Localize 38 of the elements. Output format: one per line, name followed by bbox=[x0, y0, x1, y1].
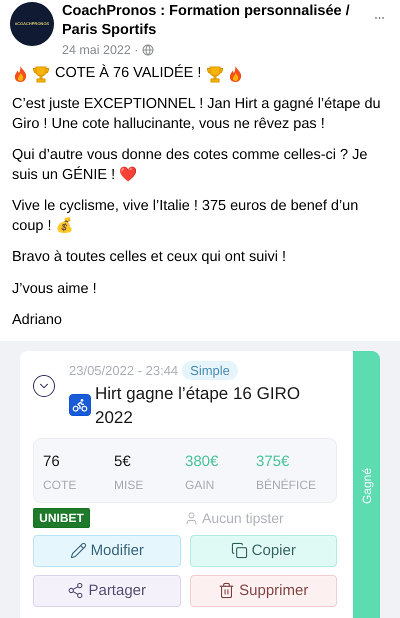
trophy-icon bbox=[32, 64, 50, 82]
post-date: 24 mai 2022 · bbox=[62, 42, 138, 59]
fire-icon bbox=[12, 64, 29, 82]
stat-value: 5€ bbox=[114, 452, 132, 472]
post-paragraph: Vive le cyclisme, vive l’Italie ! 375 euros de benef d’un coup ! 💰 bbox=[12, 198, 358, 234]
stat-label: GAIN bbox=[185, 476, 216, 494]
page-name[interactable]: CoachPronos : Formation personnalisée / Paris Sportifs bbox=[62, 2, 367, 40]
bet-title: Hirt gagne l’étape 16 GIRO 2022 bbox=[95, 383, 302, 430]
post-paragraph: J’vous aime ! bbox=[12, 280, 97, 297]
post-paragraph: C’est juste EXCEPTIONNEL ! Jan Hirt a gagné l’étape du Giro ! Une cote hallucinante, vous ne rêvez pas ! bbox=[12, 96, 381, 132]
stat-value: 375€ bbox=[256, 452, 290, 472]
expand-button[interactable] bbox=[33, 374, 55, 397]
trophy-icon bbox=[206, 64, 224, 82]
copy-icon bbox=[230, 542, 248, 560]
stat-label: COTE bbox=[43, 476, 78, 494]
headline: COTE À 76 VALIDÉE ! bbox=[55, 64, 202, 83]
more-icon[interactable] bbox=[375, 16, 384, 20]
bet-type-badge: Simple bbox=[182, 360, 238, 380]
user-icon bbox=[184, 510, 199, 526]
edit-icon bbox=[70, 542, 87, 560]
post-paragraph: Qui d’autre vous donne des cotes comme celles-ci ? Je suis un GÉNIE ! ❤ bbox=[12, 147, 368, 183]
status-text: Gagné bbox=[360, 468, 372, 504]
edit-button[interactable]: Modifier bbox=[33, 534, 180, 567]
post-paragraph: Bravo à toutes celles et ceux qui ont suivi ! bbox=[12, 249, 286, 266]
post-paragraph: Adriano bbox=[12, 312, 62, 328]
share-button[interactable]: Partager bbox=[33, 574, 180, 607]
bet-datetime: 23/05/2022 - 23:44 bbox=[69, 362, 178, 380]
stat-label: BÉNÉFICE bbox=[256, 476, 318, 494]
copy-button[interactable]: Copier bbox=[190, 534, 337, 567]
stat-value: 76 bbox=[43, 452, 61, 472]
share-icon bbox=[67, 582, 84, 600]
stat-label: MISE bbox=[114, 476, 144, 494]
tipster-text: Aucun tipster bbox=[202, 508, 284, 528]
bookmaker-logo: UNIBET bbox=[33, 508, 90, 528]
delete-button[interactable]: Supprimer bbox=[190, 574, 337, 607]
trash-icon bbox=[218, 582, 236, 600]
globe-icon bbox=[142, 44, 154, 56]
stat-value: 380€ bbox=[185, 452, 220, 472]
